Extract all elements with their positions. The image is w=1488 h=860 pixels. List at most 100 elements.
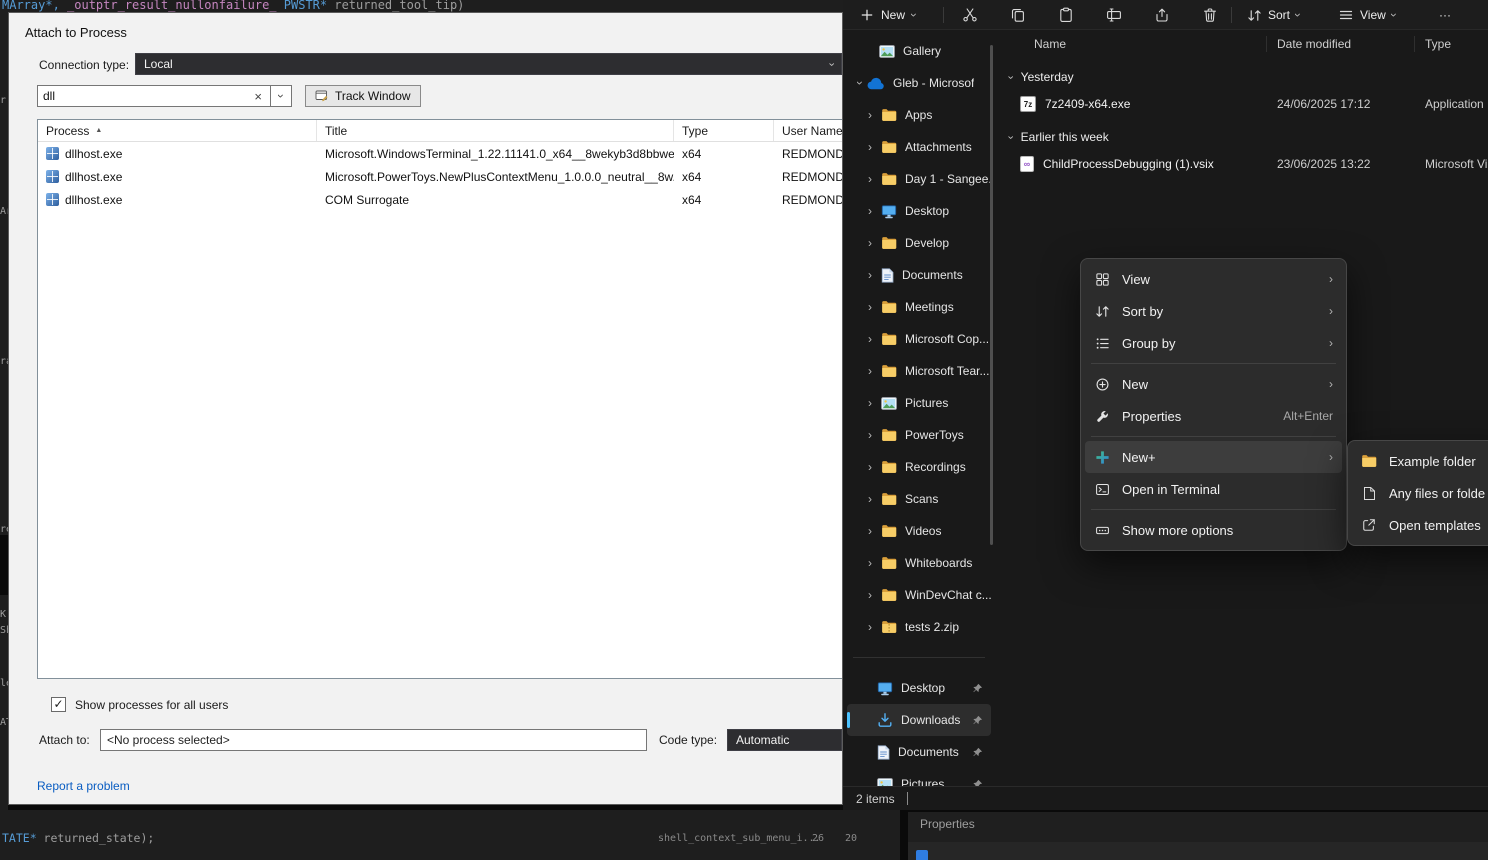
- process-row[interactable]: dllhost.exe Microsoft.WindowsTerminal_1.…: [38, 142, 843, 165]
- group-header-earlier-this-week[interactable]: › Earlier this week: [998, 124, 1488, 150]
- chevron-right-icon[interactable]: ›: [865, 141, 875, 154]
- nav-item-powertoys[interactable]: › PowerToys: [847, 419, 991, 451]
- nav-item-desktop[interactable]: › Desktop: [847, 195, 991, 227]
- process-row[interactable]: dllhost.exe Microsoft.PowerToys.NewPlusC…: [38, 165, 843, 188]
- context-menu-item-newplus[interactable]: New+ ›: [1085, 441, 1342, 473]
- context-menu-item-properties[interactable]: Properties Alt+Enter: [1085, 400, 1342, 432]
- column-divider[interactable]: [1266, 36, 1267, 52]
- nav-item-pinned-pictures[interactable]: Pictures: [847, 768, 991, 786]
- chevron-right-icon[interactable]: ›: [865, 333, 875, 346]
- column-header-user[interactable]: User Name: [774, 120, 843, 141]
- chevron-right-icon[interactable]: ›: [865, 589, 875, 602]
- file-row[interactable]: 7z 7z2409-x64.exe 24/06/2025 17:12 Appli…: [998, 90, 1488, 118]
- chevron-right-icon[interactable]: ›: [865, 525, 875, 538]
- connection-type-select[interactable]: Local ›: [135, 53, 842, 75]
- code-type-value: Automatic: [736, 733, 789, 747]
- copy-button[interactable]: [1001, 3, 1035, 27]
- chevron-right-icon[interactable]: ›: [865, 301, 875, 314]
- column-header-type[interactable]: Type: [1414, 37, 1488, 51]
- context-menu-item-view[interactable]: View ›: [1085, 263, 1342, 295]
- chevron-right-icon[interactable]: ›: [865, 173, 875, 186]
- document-icon: [881, 268, 894, 283]
- nav-item-meetings[interactable]: › Meetings: [847, 291, 991, 323]
- nav-scrollbar[interactable]: [990, 45, 993, 545]
- column-header-title[interactable]: Title: [317, 120, 674, 141]
- code-editor-left-edge: r Ar ra re K Sh le AT: [0, 12, 8, 810]
- chevron-right-icon[interactable]: ›: [865, 269, 875, 282]
- folder-icon: [881, 523, 897, 539]
- code-type-select[interactable]: Automatic: [727, 729, 842, 751]
- chevron-right-icon[interactable]: ›: [865, 429, 875, 442]
- submenu-item-example-folder[interactable]: Example folder: [1352, 445, 1488, 477]
- context-menu-item-new[interactable]: New ›: [1085, 368, 1342, 400]
- delete-button[interactable]: [1193, 3, 1227, 27]
- nav-item-documents[interactable]: › Documents: [847, 259, 991, 291]
- nav-item-windevchat[interactable]: › WinDevChat c...: [847, 579, 991, 611]
- nav-item-pinned-documents[interactable]: Documents: [847, 736, 991, 768]
- column-header-date-modified[interactable]: Date modified: [1266, 37, 1414, 51]
- menu-label: Open templates: [1389, 518, 1481, 533]
- file-date: 23/06/2025 13:22: [1266, 157, 1414, 171]
- column-divider[interactable]: [1414, 36, 1415, 52]
- attach-to-field[interactable]: <No process selected>: [100, 729, 647, 751]
- nav-item-scans[interactable]: › Scans: [847, 483, 991, 515]
- chevron-right-icon[interactable]: ›: [865, 109, 875, 122]
- more-options-button[interactable]: ···: [1428, 3, 1462, 27]
- chevron-right-icon[interactable]: ›: [865, 557, 875, 570]
- column-header-name[interactable]: Name: [998, 37, 1266, 51]
- nav-item-pinned-downloads[interactable]: Downloads: [847, 704, 991, 736]
- track-window-button[interactable]: Track Window: [305, 85, 421, 107]
- context-menu-item-open-in-terminal[interactable]: Open in Terminal: [1085, 473, 1342, 505]
- context-menu-item-show-more-options[interactable]: Show more options: [1085, 514, 1342, 546]
- nav-item-onedrive[interactable]: › Gleb - Microsof: [847, 67, 991, 99]
- nav-item-apps[interactable]: › Apps: [847, 99, 991, 131]
- rename-button[interactable]: [1097, 3, 1131, 27]
- context-menu-item-sort-by[interactable]: Sort by ›: [1085, 295, 1342, 327]
- filter-dropdown-button[interactable]: ›: [271, 85, 292, 107]
- process-row[interactable]: dllhost.exe COM Surrogate x64 REDMOND: [38, 188, 843, 211]
- nav-item-attachments[interactable]: › Attachments: [847, 131, 991, 163]
- nav-item-develop[interactable]: › Develop: [847, 227, 991, 259]
- chevron-right-icon[interactable]: ›: [865, 461, 875, 474]
- code-line: MArray*, _outptr_result_nullonfailure_ P…: [2, 0, 464, 12]
- chevron-down-icon[interactable]: ›: [855, 77, 865, 90]
- nav-item-pictures[interactable]: › Pictures: [847, 387, 991, 419]
- context-menu-item-group-by[interactable]: Group by ›: [1085, 327, 1342, 359]
- share-button[interactable]: [1145, 3, 1179, 27]
- chevron-right-icon[interactable]: ›: [865, 493, 875, 506]
- new-button[interactable]: New ›: [853, 3, 923, 27]
- code-fragment: r: [0, 95, 6, 106]
- chevron-right-icon[interactable]: ›: [865, 621, 875, 634]
- group-header-yesterday[interactable]: › Yesterday: [998, 64, 1488, 90]
- nav-label: Videos: [905, 524, 941, 538]
- column-header-process[interactable]: Process ▲: [38, 120, 317, 141]
- view-button[interactable]: View ›: [1330, 3, 1404, 27]
- cut-button[interactable]: [953, 3, 987, 27]
- column-header-type[interactable]: Type: [674, 120, 774, 141]
- nav-item-videos[interactable]: › Videos: [847, 515, 991, 547]
- paste-button[interactable]: [1049, 3, 1083, 27]
- nav-item-whiteboards[interactable]: › Whiteboards: [847, 547, 991, 579]
- nav-item-gallery[interactable]: Gallery: [847, 35, 991, 67]
- show-all-users-checkbox[interactable]: ✓: [51, 697, 66, 712]
- nav-item-tests-zip[interactable]: › tests 2.zip: [847, 611, 991, 643]
- chevron-right-icon[interactable]: ›: [865, 397, 875, 410]
- clear-filter-icon[interactable]: ×: [251, 89, 265, 104]
- sort-button[interactable]: Sort ›: [1239, 3, 1308, 27]
- chevron-right-icon[interactable]: ›: [865, 237, 875, 250]
- nav-item-microsoft-teams[interactable]: › Microsoft Tear...: [847, 355, 991, 387]
- submenu-item-open-templates[interactable]: Open templates: [1352, 509, 1488, 541]
- file-row[interactable]: ∞ ChildProcessDebugging (1).vsix 23/06/2…: [998, 150, 1488, 178]
- process-filter-input[interactable]: dll ×: [37, 85, 271, 107]
- nav-label: Documents: [902, 268, 963, 282]
- chevron-down-icon: ›: [826, 62, 837, 66]
- nav-item-pinned-desktop[interactable]: Desktop: [847, 672, 991, 704]
- nav-item-day1[interactable]: › Day 1 - Sangee...: [847, 163, 991, 195]
- report-problem-link[interactable]: Report a problem: [37, 779, 130, 793]
- document-icon: [877, 745, 890, 760]
- chevron-right-icon[interactable]: ›: [865, 365, 875, 378]
- nav-item-microsoft-copilot[interactable]: › Microsoft Cop...: [847, 323, 991, 355]
- nav-item-recordings[interactable]: › Recordings: [847, 451, 991, 483]
- submenu-item-any-files[interactable]: Any files or folde: [1352, 477, 1488, 509]
- chevron-right-icon[interactable]: ›: [865, 205, 875, 218]
